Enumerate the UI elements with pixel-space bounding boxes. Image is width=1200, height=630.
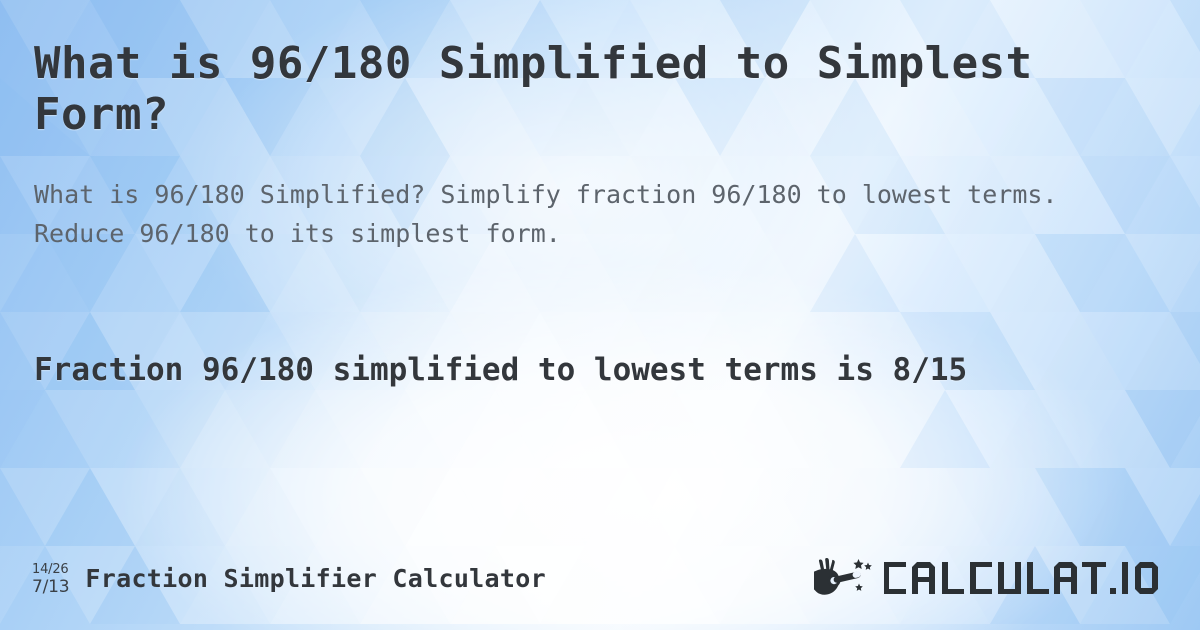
brand-logo[interactable]: CALCULAT.IO	[814, 557, 1172, 599]
content-area: What is 96/180 Simplified to Simplest Fo…	[0, 0, 1200, 630]
fraction-simplify-icon: 14/26 7/13	[32, 561, 70, 597]
page-title: What is 96/180 Simplified to Simplest Fo…	[34, 38, 1033, 141]
result-statement: Fraction 96/180 simplified to lowest ter…	[34, 352, 968, 388]
footer: 14/26 7/13 Fraction Simplifier Calculato…	[0, 552, 1200, 604]
footer-left-group: 14/26 7/13 Fraction Simplifier Calculato…	[32, 561, 546, 596]
calculatio-wordmark: CALCULAT.IO	[884, 562, 1158, 594]
fraction-icon-top: 14/26	[32, 561, 69, 577]
page-subtitle: What is 96/180 Simplified? Simplify frac…	[34, 180, 1058, 248]
poster-canvas: What is 96/180 Simplified to Simplest Fo…	[0, 0, 1200, 630]
fraction-icon-bottom: 7/13	[32, 576, 70, 597]
calculator-name: Fraction Simplifier Calculator	[85, 563, 546, 593]
magic-wand-hand-icon	[814, 557, 872, 595]
